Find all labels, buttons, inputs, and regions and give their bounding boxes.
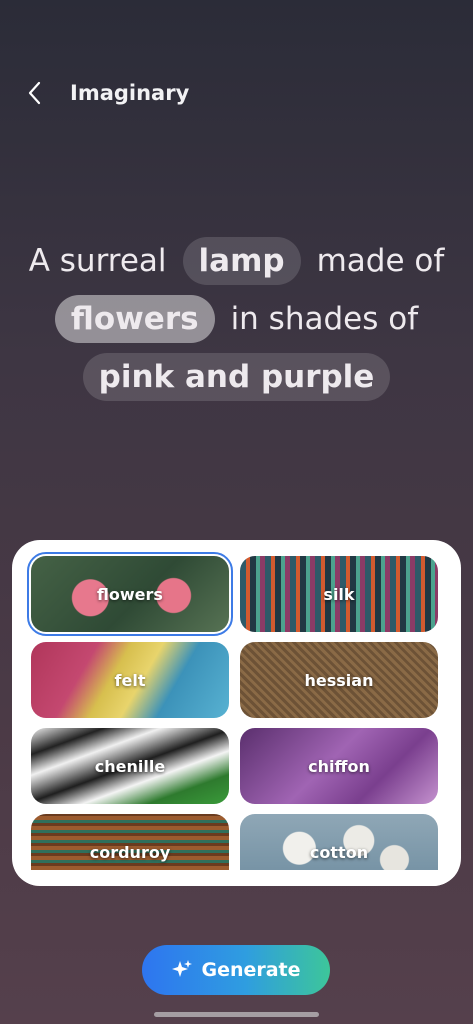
prompt-chip-subject[interactable]: lamp (182, 237, 301, 285)
material-option-chiffon[interactable]: chiffon (240, 728, 438, 804)
prompt-text-segment: A surreal (28, 243, 167, 279)
material-grid: flowers silk felt hessian chenille chiff… (27, 552, 440, 886)
prompt-text: A surreal lamp made of flowers in shades… (0, 232, 473, 406)
material-option-felt[interactable]: felt (31, 642, 229, 718)
prompt-text-segment: made of (316, 243, 445, 279)
material-picker-panel: flowers silk felt hessian chenille chiff… (12, 540, 461, 886)
material-label: felt (114, 670, 146, 690)
material-label: hessian (304, 670, 374, 690)
material-label: cotton (309, 842, 369, 862)
sparkle-icon (172, 960, 193, 977)
app-header: Imaginary (28, 76, 189, 110)
generate-button[interactable]: Generate (142, 945, 330, 995)
back-button[interactable] (28, 76, 54, 110)
prompt-line-3: pink and purple (0, 348, 473, 406)
material-label: corduroy (89, 842, 171, 862)
chevron-left-icon (28, 81, 41, 105)
prompt-line-2: flowers in shades of (0, 290, 473, 348)
prompt-text-segment: in shades of (230, 301, 419, 337)
home-indicator[interactable] (154, 1012, 319, 1017)
material-label: silk (323, 584, 355, 604)
page-title: Imaginary (70, 81, 190, 105)
prompt-chip-color[interactable]: pink and purple (82, 353, 391, 401)
material-option-silk[interactable]: silk (240, 556, 438, 632)
material-option-flowers[interactable]: flowers (27, 552, 233, 636)
material-option-chenille[interactable]: chenille (31, 728, 229, 804)
material-label: chiffon (308, 756, 370, 776)
material-label: chenille (94, 756, 166, 776)
prompt-chip-material[interactable]: flowers (54, 295, 215, 343)
generate-label: Generate (201, 959, 301, 981)
panel-bottom-edge (12, 870, 461, 886)
material-label: flowers (97, 584, 163, 604)
prompt-line-1: A surreal lamp made of (0, 232, 473, 290)
material-option-hessian[interactable]: hessian (240, 642, 438, 718)
